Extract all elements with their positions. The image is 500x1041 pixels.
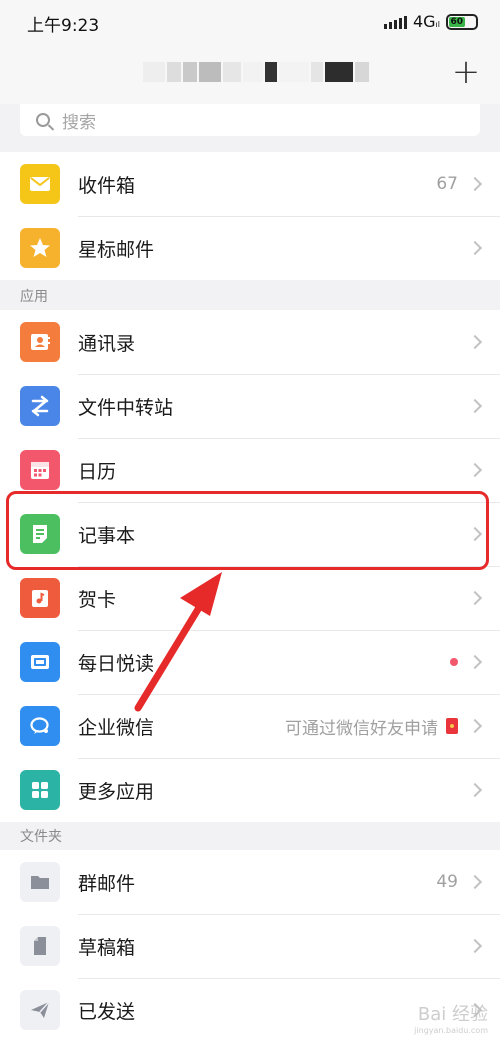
daily-reading-icon bbox=[20, 642, 60, 682]
chevron-right-icon bbox=[467, 462, 483, 478]
status-indicators: 4Gıl 60 bbox=[383, 12, 478, 31]
status-time: 上午9:23 bbox=[27, 16, 100, 36]
file-transfer-icon bbox=[20, 386, 60, 426]
notepad-label: 记事本 bbox=[78, 524, 136, 547]
list-item-starred[interactable]: 星标邮件 bbox=[0, 216, 500, 280]
chevron-right-icon bbox=[467, 782, 483, 798]
chevron-right-icon bbox=[467, 654, 483, 670]
calendar-label: 日历 bbox=[78, 460, 117, 483]
list-item-group-mail[interactable]: 群邮件 49 bbox=[0, 850, 500, 914]
contacts-label: 通讯录 bbox=[78, 332, 136, 355]
search-placeholder: 搜索 bbox=[62, 112, 96, 133]
drafts-label: 草稿箱 bbox=[78, 936, 136, 959]
account-title-redacted bbox=[143, 62, 369, 82]
plus-icon[interactable]: + bbox=[448, 54, 484, 90]
list-item-calendar[interactable]: 日历 bbox=[0, 438, 500, 502]
battery-icon: 60 bbox=[446, 13, 478, 30]
chevron-right-icon bbox=[467, 240, 483, 256]
red-dot-icon bbox=[450, 658, 458, 666]
nav-bar: + bbox=[0, 44, 500, 104]
draft-icon bbox=[20, 926, 60, 966]
wecom-meta: 可通过微信好友申请 bbox=[285, 714, 458, 739]
greeting-card-icon bbox=[20, 578, 60, 618]
list-item-file-transfer[interactable]: 文件中转站 bbox=[0, 374, 500, 438]
starred-label: 星标邮件 bbox=[78, 238, 155, 261]
mail-group: 收件箱 67 星标邮件 bbox=[0, 152, 500, 280]
wecom-icon bbox=[20, 706, 60, 746]
chevron-right-icon bbox=[467, 334, 483, 350]
red-packet-icon bbox=[446, 718, 458, 734]
list-item-more-apps[interactable]: 更多应用 bbox=[0, 758, 500, 822]
daily-reading-label: 每日悦读 bbox=[78, 652, 155, 675]
list-item-notepad[interactable]: 记事本 bbox=[0, 502, 500, 566]
file-transfer-label: 文件中转站 bbox=[78, 396, 174, 419]
chevron-right-icon bbox=[467, 874, 483, 890]
list-item-drafts[interactable]: 草稿箱 bbox=[0, 914, 500, 978]
list-item-inbox[interactable]: 收件箱 67 bbox=[0, 152, 500, 216]
watermark: Bai 经验 jingyan.baidu.com bbox=[414, 1000, 488, 1035]
wecom-label: 企业微信 bbox=[78, 716, 155, 739]
wecom-hint: 可通过微信好友申请 bbox=[285, 718, 438, 739]
contacts-icon bbox=[20, 322, 60, 362]
network-type: 4Gıl bbox=[412, 12, 440, 31]
group-mail-label: 群邮件 bbox=[78, 872, 136, 895]
list-item-wecom[interactable]: 企业微信 可通过微信好友申请 bbox=[0, 694, 500, 758]
list-item-daily-reading[interactable]: 每日悦读 bbox=[0, 630, 500, 694]
status-bar: 上午9:23 4Gıl 60 bbox=[0, 0, 500, 44]
greeting-card-label: 贺卡 bbox=[78, 588, 117, 611]
watermark-sub: jingyan.baidu.com bbox=[414, 1026, 488, 1035]
more-apps-label: 更多应用 bbox=[78, 780, 155, 803]
star-icon bbox=[20, 228, 60, 268]
section-header-apps: 应用 bbox=[20, 289, 48, 305]
inbox-label: 收件箱 bbox=[78, 174, 136, 197]
signal-icon bbox=[383, 14, 407, 29]
chevron-right-icon bbox=[467, 526, 483, 542]
search-icon bbox=[36, 113, 50, 127]
list-item-greeting-card[interactable]: 贺卡 bbox=[0, 566, 500, 630]
inbox-count: 67 bbox=[436, 174, 458, 194]
watermark-text: Bai 经验 bbox=[417, 1004, 488, 1025]
battery-level: 60 bbox=[449, 16, 465, 27]
folder-icon bbox=[20, 862, 60, 902]
chevron-right-icon bbox=[467, 938, 483, 954]
chevron-right-icon bbox=[467, 398, 483, 414]
calendar-icon bbox=[20, 450, 60, 490]
apps-group: 通讯录 文件中转站 日历 记事本 贺卡 每日悦读 企业微信 可通过微信好友申请 … bbox=[0, 310, 500, 822]
more-apps-icon bbox=[20, 770, 60, 810]
list-item-contacts[interactable]: 通讯录 bbox=[0, 310, 500, 374]
sent-icon bbox=[20, 990, 60, 1030]
sent-label: 已发送 bbox=[78, 1000, 136, 1023]
chevron-right-icon bbox=[467, 176, 483, 192]
chevron-right-icon bbox=[467, 718, 483, 734]
search-input[interactable]: 搜索 bbox=[20, 104, 480, 136]
notepad-icon bbox=[20, 514, 60, 554]
section-header-folders: 文件夹 bbox=[20, 829, 62, 845]
chevron-right-icon bbox=[467, 590, 483, 606]
inbox-envelope-icon bbox=[20, 164, 60, 204]
group-mail-count: 49 bbox=[436, 872, 458, 892]
unread-dot bbox=[450, 658, 458, 666]
